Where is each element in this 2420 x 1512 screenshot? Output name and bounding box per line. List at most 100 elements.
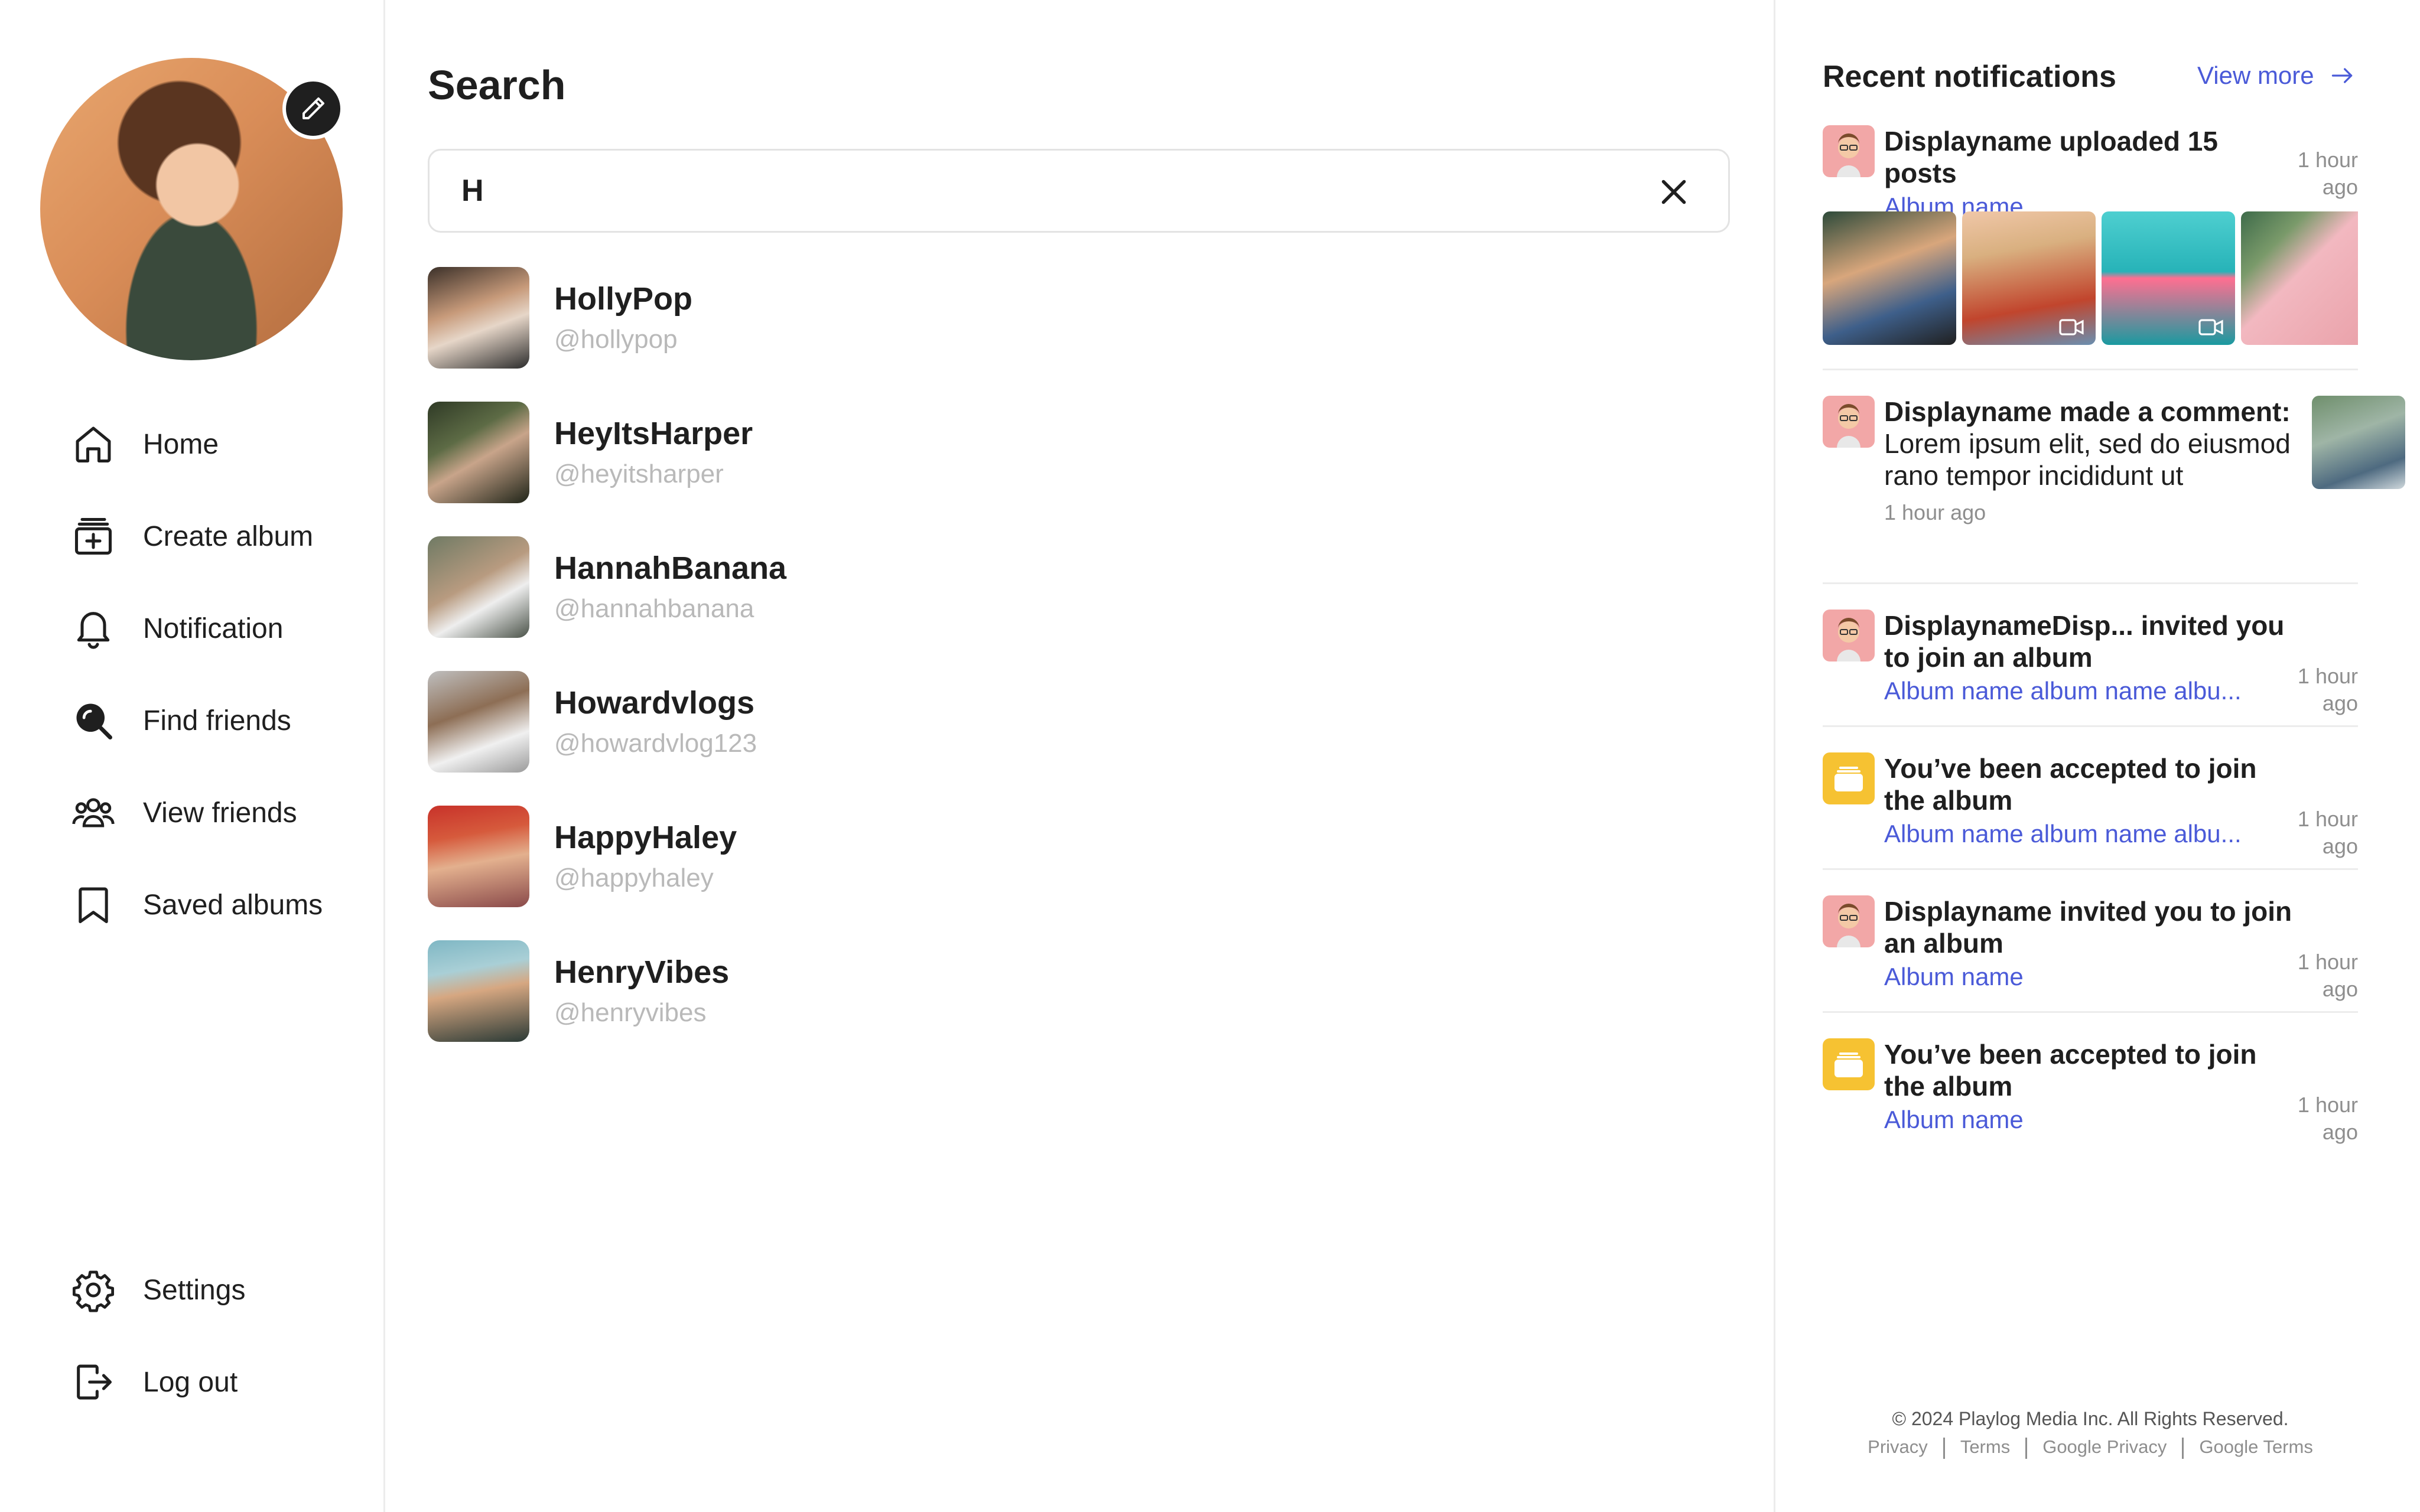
privacy-link[interactable]: Privacy bbox=[1868, 1436, 1928, 1457]
notification-avatar bbox=[1823, 396, 1875, 448]
terms-link[interactable]: Terms bbox=[1960, 1436, 2010, 1457]
notifications-title: Recent notifications bbox=[1823, 60, 2116, 94]
result-name: Howardvlogs bbox=[554, 685, 755, 721]
edit-profile-button[interactable] bbox=[282, 78, 344, 139]
sidebar: Home Create album Notification Find frie… bbox=[0, 0, 385, 1512]
nav-item-saved-albums[interactable]: Saved albums bbox=[71, 875, 323, 934]
home-icon bbox=[71, 420, 119, 468]
notification-time: 1 hour ago bbox=[2287, 949, 2358, 1003]
video-icon bbox=[2198, 319, 2223, 335]
search-result-item[interactable]: Howardvlogs @howardvlog123 bbox=[428, 671, 1314, 773]
result-handle: @howardvlog123 bbox=[554, 729, 757, 758]
album-notification-icon bbox=[1823, 752, 1875, 804]
notification-title: Displayname made a comment: Lorem ipsum … bbox=[1884, 396, 2305, 491]
nav-label-logout: Log out bbox=[143, 1366, 238, 1398]
google-privacy-link[interactable]: Google Privacy bbox=[2042, 1436, 2167, 1457]
bookmark-icon bbox=[71, 881, 119, 929]
divider bbox=[1823, 725, 2358, 727]
post-thumbnail[interactable] bbox=[1823, 211, 1956, 345]
nav-label-saved-albums: Saved albums bbox=[143, 889, 323, 921]
time-line: 1 hour bbox=[2297, 807, 2358, 831]
time-line: ago bbox=[2322, 834, 2358, 858]
search-result-item[interactable]: HannahBanana @hannahbanana bbox=[428, 536, 1314, 638]
nav-label-home: Home bbox=[143, 428, 219, 460]
uploaded-posts-strip bbox=[1823, 211, 2358, 345]
logout-icon bbox=[71, 1358, 119, 1406]
search-panel: Search HollyPop @hollypop HeyItsHarper @… bbox=[385, 0, 1774, 1512]
divider bbox=[1823, 582, 2358, 584]
result-name: HeyItsHarper bbox=[554, 416, 753, 451]
time-line: 1 hour bbox=[2297, 950, 2358, 974]
notification-item[interactable]: DisplaynameDisp... invited you to join a… bbox=[1823, 610, 2358, 722]
result-avatar bbox=[428, 671, 529, 773]
notification-item[interactable]: You’ve been accepted to join the album A… bbox=[1823, 752, 2358, 865]
search-result-item[interactable]: HappyHaley @happyhaley bbox=[428, 806, 1314, 907]
profile-avatar-container bbox=[40, 58, 344, 360]
post-thumbnail[interactable] bbox=[2102, 211, 2235, 345]
nav-label-settings: Settings bbox=[143, 1274, 246, 1306]
comment-text: Lorem ipsum elit, sed do eiusmod rano te… bbox=[1884, 428, 2291, 491]
notification-item[interactable]: Displayname made a comment: Lorem ipsum … bbox=[1823, 396, 2405, 567]
notification-title: You’ve been accepted to join the album bbox=[1884, 1039, 2257, 1102]
notification-avatar bbox=[1823, 610, 1875, 662]
result-handle: @happyhaley bbox=[554, 863, 714, 892]
bell-icon bbox=[71, 604, 119, 653]
notification-album-link[interactable]: Album name bbox=[1884, 959, 2298, 995]
result-name: HappyHaley bbox=[554, 820, 737, 855]
notification-title: DisplaynameDisp... invited you to join a… bbox=[1884, 610, 2285, 673]
notification-title: Displayname invited you to join an album bbox=[1884, 896, 2292, 959]
search-result-item[interactable]: HenryVibes @henryvibes bbox=[428, 940, 1314, 1042]
video-icon bbox=[2059, 319, 2084, 335]
result-avatar bbox=[428, 536, 529, 638]
search-result-item[interactable]: HollyPop @hollypop bbox=[428, 267, 1314, 369]
create-album-icon bbox=[71, 512, 119, 561]
nav-label-find-friends: Find friends bbox=[143, 705, 291, 737]
result-name: HannahBanana bbox=[554, 550, 787, 586]
gear-icon bbox=[71, 1266, 119, 1314]
search-input[interactable] bbox=[460, 172, 1632, 209]
result-handle: @hannahbanana bbox=[554, 594, 754, 623]
result-handle: @heyitsharper bbox=[554, 460, 724, 488]
comment-photo-thumbnail[interactable] bbox=[2312, 396, 2405, 489]
google-terms-link[interactable]: Google Terms bbox=[2199, 1436, 2312, 1457]
notification-item[interactable]: Displayname invited you to join an album… bbox=[1823, 895, 2358, 1008]
time-line: 1 hour bbox=[2297, 1093, 2358, 1117]
pencil-icon bbox=[302, 97, 324, 119]
time-line: 1 hour bbox=[2297, 664, 2358, 688]
notification-avatar bbox=[1823, 895, 1875, 947]
notification-title: You’ve been accepted to join the album bbox=[1884, 753, 2257, 816]
notification-item[interactable]: You’ve been accepted to join the album A… bbox=[1823, 1038, 2358, 1151]
close-icon bbox=[1661, 180, 1686, 204]
notification-album-link[interactable]: Album name bbox=[1884, 1102, 2298, 1138]
result-name: HollyPop bbox=[554, 281, 693, 317]
notification-album-link[interactable]: Album name album name albu... bbox=[1884, 673, 2298, 709]
time-line: ago bbox=[2322, 175, 2358, 199]
nav-item-settings[interactable]: Settings bbox=[71, 1260, 245, 1319]
nav-item-notification[interactable]: Notification bbox=[71, 599, 283, 658]
notification-album-link[interactable]: Album name album name albu... bbox=[1884, 816, 2298, 852]
divider bbox=[1823, 868, 2358, 870]
page-title: Search bbox=[428, 62, 566, 108]
notification-time: 1 hour ago bbox=[2287, 146, 2358, 201]
view-more-link[interactable]: View more bbox=[2197, 61, 2356, 90]
result-avatar bbox=[428, 806, 529, 907]
result-handle: @hollypop bbox=[554, 325, 678, 354]
result-avatar bbox=[428, 267, 529, 369]
view-more-label: View more bbox=[2197, 61, 2314, 89]
nav-item-logout[interactable]: Log out bbox=[71, 1353, 238, 1412]
nav-item-home[interactable]: Home bbox=[71, 415, 219, 474]
nav-label-view-friends: View friends bbox=[143, 797, 297, 829]
link-separator bbox=[2025, 1437, 2028, 1459]
comment-author: Displayname made a comment: bbox=[1884, 396, 2291, 427]
post-thumbnail[interactable] bbox=[1962, 211, 2096, 345]
nav-item-create-album[interactable]: Create album bbox=[71, 507, 313, 566]
search-icon bbox=[71, 696, 119, 745]
clear-search-button[interactable] bbox=[1656, 174, 1692, 210]
nav-item-view-friends[interactable]: View friends bbox=[71, 783, 297, 842]
time-line: ago bbox=[2322, 1120, 2358, 1144]
search-result-item[interactable]: HeyItsHarper @heyitsharper bbox=[428, 402, 1314, 503]
nav-item-find-friends[interactable]: Find friends bbox=[71, 691, 291, 750]
nav-label-notification: Notification bbox=[143, 612, 284, 644]
footer: © 2024 Playlog Media Inc. All Rights Res… bbox=[1823, 1405, 2358, 1461]
post-thumbnail[interactable] bbox=[2241, 211, 2358, 345]
